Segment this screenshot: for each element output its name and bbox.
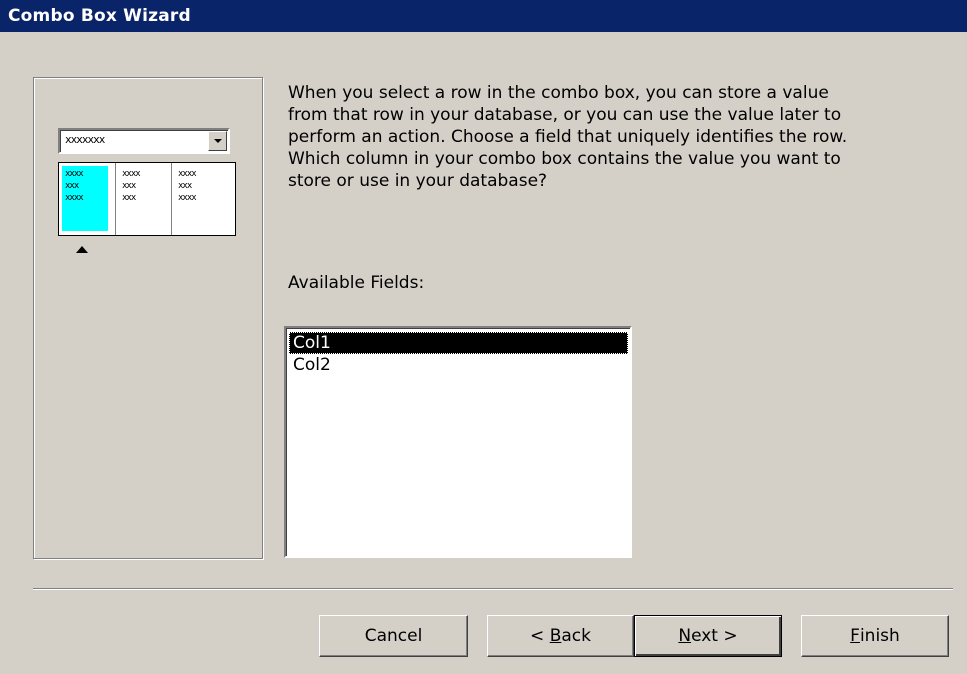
chevron-down-icon <box>213 139 222 143</box>
finish-button[interactable]: Finish <box>801 615 949 657</box>
back-button[interactable]: < Back <box>487 615 634 657</box>
list-item-col1[interactable]: Col1 <box>289 332 628 354</box>
preview-dropdown-list: xxxx xxx xxxx xxxx xxx xxx xxxx xxx xxxx <box>58 162 236 236</box>
window-title: Combo Box Wizard <box>8 6 191 26</box>
preview-cell: xxxx <box>122 169 141 179</box>
available-fields-label: Available Fields: <box>288 273 425 293</box>
next-button-mnemonic: N <box>678 626 692 646</box>
button-separator <box>33 588 953 590</box>
preview-dropdown-button <box>208 131 227 151</box>
preview-cell: xxxx <box>178 169 197 179</box>
available-fields-listbox[interactable]: Col1 Col2 <box>284 326 632 558</box>
preview-cell: xxx <box>65 181 79 191</box>
cancel-button-label: Cancel <box>364 626 423 646</box>
finish-button-mnemonic: F <box>850 626 860 646</box>
caret-up-icon <box>76 246 88 253</box>
cancel-button[interactable]: Cancel <box>319 615 468 657</box>
preview-combo-text: xxxxxxx <box>65 133 105 146</box>
preview-column-3: xxxx xxx xxxx <box>171 163 235 235</box>
preview-column-2: xxxx xxx xxx <box>115 163 171 235</box>
preview-cell: xxxx <box>65 169 84 179</box>
preview-column-1: xxxx xxx xxxx <box>59 163 115 235</box>
preview-cell: xxxx <box>65 193 84 203</box>
next-button-rest: ext > <box>691 626 738 646</box>
preview-cell: xxx <box>122 181 136 191</box>
next-button[interactable]: Next > <box>634 615 782 657</box>
preview-cell: xxx <box>178 181 192 191</box>
back-button-mnemonic: B <box>549 626 562 646</box>
title-bar: Combo Box Wizard <box>0 0 967 32</box>
back-button-prefix: < <box>530 626 550 646</box>
instructions-text: When you select a row in the combo box, … <box>288 83 848 191</box>
preview-cell: xxx <box>122 193 136 203</box>
list-item-col2[interactable]: Col2 <box>289 354 628 376</box>
finish-button-rest: inish <box>859 626 900 646</box>
back-button-rest: ack <box>561 626 591 646</box>
preview-cell: xxxx <box>178 193 197 203</box>
preview-combo-box: xxxxxxx <box>58 128 230 154</box>
